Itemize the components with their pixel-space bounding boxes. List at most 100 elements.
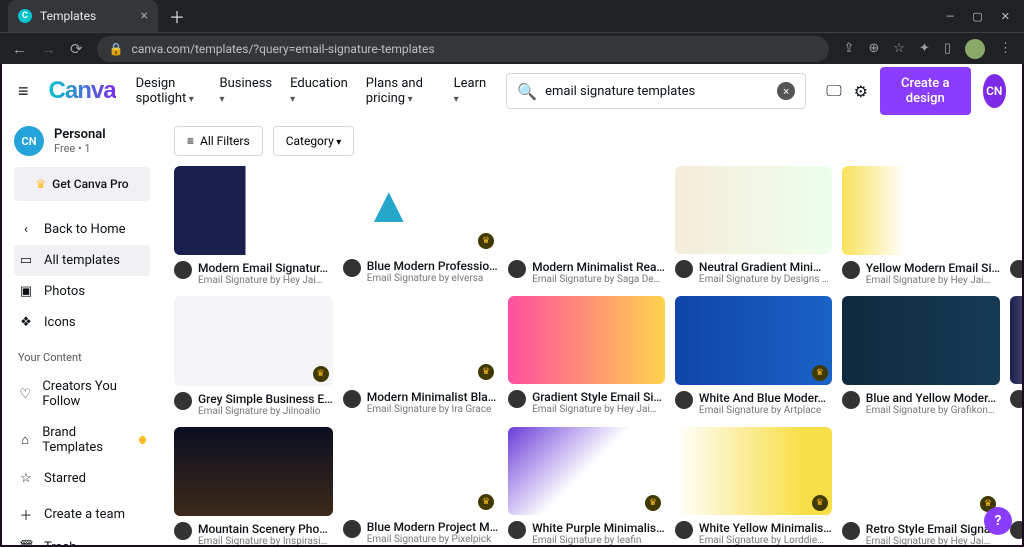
template-thumbnail[interactable] [174, 166, 333, 255]
forward-icon[interactable]: → [41, 40, 56, 58]
extensions-icon[interactable]: ✦ [919, 41, 930, 56]
template-card[interactable]: ♛Blue Modern Project M…Email Signature b… [343, 427, 498, 545]
template-thumbnail[interactable]: ♛ [174, 296, 333, 385]
template-card[interactable]: Yellow Modern Email Si…Email Signature b… [842, 166, 1000, 286]
template-author: Email Signature by Ieafin [532, 535, 665, 545]
user-avatar[interactable]: CN [983, 74, 1006, 108]
author-avatar [508, 390, 526, 408]
template-thumbnail[interactable] [1010, 166, 1022, 254]
template-thumbnail[interactable] [508, 296, 665, 384]
panel-icon[interactable]: ▯ [944, 41, 951, 56]
back-icon[interactable]: ← [12, 40, 27, 58]
menu-plans-and-pricing[interactable]: Plans and pricing [366, 76, 436, 106]
template-card[interactable]: Blue and Yellow Moder…Email Signature by… [842, 296, 1000, 416]
sidebar-item-trash[interactable]: 🗑Trash [14, 532, 150, 545]
search-input[interactable] [545, 84, 769, 99]
template-card[interactable]: ♛White And Blue Moder…Email Signature by… [675, 296, 832, 416]
create-design-button[interactable]: Create a design [880, 67, 971, 115]
template-thumbnail[interactable]: ♛ [343, 296, 498, 383]
template-thumbnail[interactable]: ♛ [1010, 427, 1022, 515]
template-author: Email Signature by Hey Jai… [198, 275, 333, 286]
sidebar-item-back-to-home[interactable]: ‹Back to Home [14, 214, 150, 245]
template-thumbnail[interactable] [1010, 296, 1022, 384]
address-bar[interactable]: 🔒 canva.com/templates/?query=email-signa… [97, 36, 830, 62]
close-window-icon[interactable]: ✕ [1001, 10, 1010, 23]
template-card[interactable]: ♛Grey Simple Business E…Email Signature … [174, 296, 333, 416]
template-card[interactable]: ♛Blue and White Simple …Email Signature … [1010, 427, 1022, 545]
maximize-icon[interactable]: ▢ [972, 10, 982, 23]
minimize-icon[interactable]: — [946, 10, 955, 23]
template-author: Email Signature by Grafikon… [866, 405, 1000, 416]
help-fab[interactable]: ? [984, 507, 1012, 535]
template-thumbnail[interactable]: ♛ [343, 166, 498, 253]
template-author: Email Signature by Designs … [699, 274, 832, 285]
menu-design-spotlight[interactable]: Design spotlight [136, 76, 202, 106]
search-box[interactable]: 🔍 × [506, 73, 806, 109]
template-card[interactable]: Neutral Gradient Mini…Email Signature by… [675, 166, 832, 286]
author-avatar [842, 522, 860, 540]
clear-search-icon[interactable]: × [777, 82, 795, 100]
sidebar-item-brand-templates[interactable]: ⌂Brand Templates [14, 417, 150, 463]
template-thumbnail[interactable]: ♛ [343, 427, 498, 514]
main-content: ≡All Filters Category Modern Email Signa… [162, 118, 1022, 545]
template-thumbnail[interactable] [508, 166, 665, 254]
sidebar-item-create-a-team[interactable]: ＋Create a team [14, 497, 150, 532]
sidebar-item-creators-you-follow[interactable]: ♡Creators You Follow [14, 371, 150, 417]
sidebar-section-label: Your Content [18, 351, 150, 364]
template-thumbnail[interactable] [842, 296, 1000, 385]
settings-gear-icon[interactable]: ⚙ [854, 81, 868, 101]
template-card[interactable]: ♛Blue Modern Professio…Email Signature b… [343, 166, 498, 286]
template-card[interactable]: Gradient Style Email Si…Email Signature … [508, 296, 665, 416]
reload-icon[interactable]: ⟳ [70, 40, 83, 58]
tab-title: Templates [40, 9, 133, 23]
template-card[interactable]: ♛White Purple Minimalis…Email Signature … [508, 427, 665, 545]
sidebar-item-starred[interactable]: ☆Starred [14, 463, 150, 494]
template-thumbnail[interactable]: ♛ [675, 427, 832, 515]
template-card[interactable]: Modern Minimalist Rea…Email Signature by… [508, 166, 665, 286]
template-card[interactable]: Mountain Scenery Pho…Email Signature by … [174, 427, 333, 545]
template-card[interactable]: ♛White Yellow Minimalis…Email Signature … [675, 427, 832, 545]
pro-badge-icon: ♛ [812, 365, 828, 381]
template-card[interactable]: ♛Modern Minimalist Bla…Email Signature b… [343, 296, 498, 416]
share-icon[interactable]: ⇪ [843, 41, 854, 56]
author-avatar [343, 520, 361, 538]
category-chip[interactable]: Category [273, 126, 355, 156]
template-card[interactable]: Creative Email Signatur…Email Signature … [1010, 296, 1022, 416]
template-title: Modern Email Signatur… [198, 261, 333, 275]
zoom-icon[interactable]: ⊕ [868, 41, 879, 56]
template-card[interactable]: ♛Retro Style Email Signa…Email Signature… [842, 427, 1000, 545]
template-thumbnail[interactable]: ♛ [508, 427, 665, 515]
template-thumbnail[interactable]: ♛ [842, 427, 1000, 516]
template-title: Grey Simple Business E… [198, 392, 333, 406]
sidebar-item-photos[interactable]: ▣Photos [14, 276, 150, 307]
sidebar-item-all-templates[interactable]: ▭All templates [14, 245, 150, 276]
star-icon[interactable]: ☆ [893, 41, 905, 56]
template-card[interactable]: Modern Email Signatur…Email Signature by… [174, 166, 333, 286]
sidebar-item-icons[interactable]: ❖Icons [14, 307, 150, 338]
template-author: Email Signature by Ira Grace [367, 404, 498, 415]
new-tab-button[interactable]: ＋ [164, 3, 190, 29]
desktop-icon[interactable]: 🖵 [826, 81, 841, 101]
hamburger-icon[interactable]: ≡ [18, 81, 29, 102]
browser-tab[interactable]: C Templates × [8, 0, 158, 32]
all-filters-chip[interactable]: ≡All Filters [174, 126, 263, 156]
template-author: Email Signature by Inspirasi… [198, 536, 333, 545]
template-card[interactable]: Grey White Minimal Pe…Email Signature by… [1010, 166, 1022, 286]
get-pro-button[interactable]: ♛Get Canva Pro [14, 167, 150, 201]
template-thumbnail[interactable] [675, 166, 832, 254]
template-thumbnail[interactable]: ♛ [675, 296, 832, 384]
menu-dots-icon[interactable]: ⋮ [999, 41, 1012, 56]
menu-business[interactable]: Business [220, 76, 273, 106]
close-tab-icon[interactable]: × [141, 8, 148, 24]
menu-education[interactable]: Education [290, 76, 348, 106]
sidebar-user-meta: Free • ⁠1 [54, 142, 106, 155]
template-title: Mountain Scenery Pho… [198, 522, 333, 536]
sidebar-item-label: Icons [44, 315, 76, 330]
profile-avatar-icon[interactable] [965, 39, 985, 59]
sidebar-item-label: All templates [44, 253, 120, 268]
template-thumbnail[interactable] [842, 166, 1000, 255]
menu-learn[interactable]: Learn [454, 76, 487, 106]
template-thumbnail[interactable] [174, 427, 333, 516]
canva-logo[interactable]: Canva [49, 77, 116, 105]
sidebar-user[interactable]: CN Personal Free • ⁠1 [14, 126, 150, 156]
